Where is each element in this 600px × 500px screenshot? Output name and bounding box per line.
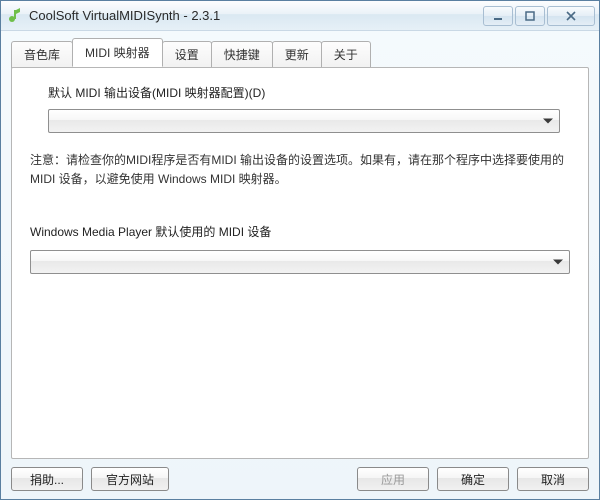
window-controls bbox=[481, 6, 595, 26]
donate-button[interactable]: 捐助... bbox=[11, 467, 83, 491]
tab-settings[interactable]: 设置 bbox=[162, 41, 212, 68]
mapper-note: 注意：请检查你的MIDI程序是否有MIDI 输出设备的设置选项。如果有，请在那个… bbox=[30, 151, 570, 189]
titlebar: CoolSoft VirtualMIDISynth - 2.3.1 bbox=[1, 1, 599, 31]
default-device-dropdown[interactable] bbox=[48, 109, 560, 133]
maximize-button[interactable] bbox=[515, 6, 545, 26]
tabstrip: 音色库 MIDI 映射器 设置 快捷键 更新 关于 bbox=[11, 41, 589, 67]
tab-soundfont[interactable]: 音色库 bbox=[11, 41, 73, 68]
client-area: 音色库 MIDI 映射器 设置 快捷键 更新 关于 默认 MIDI 输出设备(M… bbox=[1, 31, 599, 499]
app-icon bbox=[7, 8, 23, 24]
wmp-device-label: Windows Media Player 默认使用的 MIDI 设备 bbox=[30, 223, 570, 240]
minimize-button[interactable] bbox=[483, 6, 513, 26]
maximize-icon bbox=[525, 11, 535, 21]
default-device-label: 默认 MIDI 输出设备(MIDI 映射器配置)(D) bbox=[48, 84, 570, 101]
tab-midi-mapper[interactable]: MIDI 映射器 bbox=[72, 38, 163, 67]
app-window: CoolSoft VirtualMIDISynth - 2.3.1 音色库 MI… bbox=[0, 0, 600, 500]
window-title: CoolSoft VirtualMIDISynth - 2.3.1 bbox=[29, 8, 481, 23]
wmp-device-dropdown[interactable] bbox=[30, 250, 570, 274]
minimize-icon bbox=[493, 11, 503, 21]
default-device-group: 默认 MIDI 输出设备(MIDI 映射器配置)(D) bbox=[30, 84, 570, 133]
chevron-down-icon bbox=[543, 119, 553, 124]
button-bar: 捐助... 官方网站 应用 确定 取消 bbox=[11, 459, 589, 491]
wmp-device-group: Windows Media Player 默认使用的 MIDI 设备 bbox=[30, 223, 570, 274]
tab-update[interactable]: 更新 bbox=[272, 41, 322, 68]
tab-shortcuts[interactable]: 快捷键 bbox=[211, 41, 273, 68]
tab-about[interactable]: 关于 bbox=[321, 41, 371, 68]
close-icon bbox=[565, 11, 577, 21]
chevron-down-icon bbox=[553, 260, 563, 265]
cancel-button[interactable]: 取消 bbox=[517, 467, 589, 491]
apply-button[interactable]: 应用 bbox=[357, 467, 429, 491]
ok-button[interactable]: 确定 bbox=[437, 467, 509, 491]
close-button[interactable] bbox=[547, 6, 595, 26]
website-button[interactable]: 官方网站 bbox=[91, 467, 169, 491]
midi-mapper-panel: 默认 MIDI 输出设备(MIDI 映射器配置)(D) 注意：请检查你的MIDI… bbox=[11, 67, 589, 459]
